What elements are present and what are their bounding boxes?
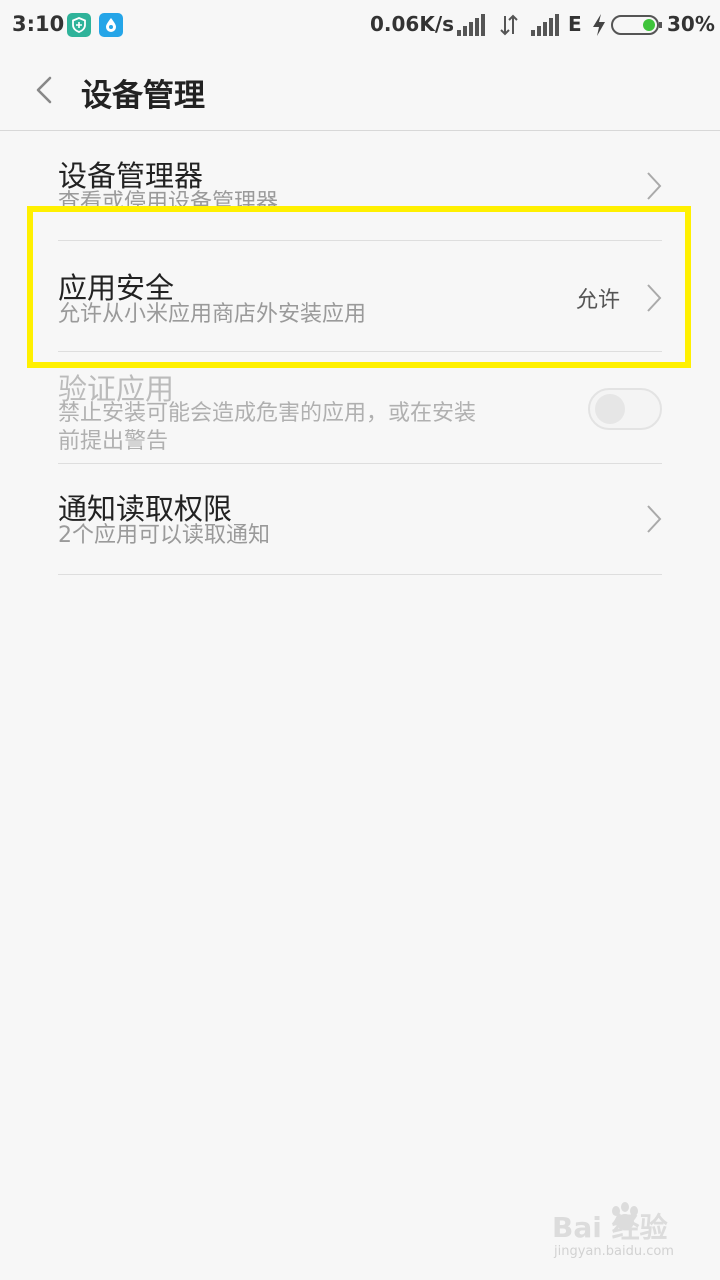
back-button[interactable] bbox=[26, 70, 66, 110]
status-time: 3:10 bbox=[12, 12, 65, 36]
baidu-jingyan-watermark: Bai 经验 jingyan.baidu.com bbox=[552, 1202, 692, 1268]
toggle-knob bbox=[595, 394, 625, 424]
network-speed: 0.06K/s bbox=[370, 12, 455, 36]
drop-app-icon bbox=[99, 13, 123, 37]
shield-app-icon bbox=[67, 13, 91, 37]
notification-access-item[interactable]: 通知读取权限 2个应用可以读取通知 bbox=[58, 464, 662, 575]
status-bar: 3:10 0.06K/s E 30% bbox=[0, 0, 720, 52]
item-subtitle: 2个应用可以读取通知 bbox=[58, 523, 270, 548]
item-subtitle-line2: 前提出警告 bbox=[58, 429, 169, 454]
title-bar: 设备管理 bbox=[0, 52, 720, 131]
highlight-box bbox=[27, 206, 691, 368]
battery-level-fill bbox=[643, 19, 655, 31]
data-arrows-icon bbox=[498, 14, 520, 36]
signal-icon bbox=[457, 14, 487, 36]
paw-icon bbox=[612, 1202, 638, 1230]
verify-apps-toggle[interactable] bbox=[588, 388, 662, 430]
watermark-url: jingyan.baidu.com bbox=[554, 1244, 674, 1259]
signal-icon-2 bbox=[531, 14, 561, 36]
chevron-right-icon bbox=[647, 505, 662, 533]
battery-percent: 30% bbox=[667, 12, 715, 36]
charging-icon bbox=[592, 13, 606, 37]
network-type: E bbox=[568, 12, 582, 36]
verify-apps-item: 验证应用 禁止安装可能会造成危害的应用，或在安装 前提出警告 bbox=[58, 352, 662, 464]
page-title: 设备管理 bbox=[81, 78, 205, 114]
chevron-left-icon bbox=[36, 76, 52, 104]
battery-icon bbox=[611, 15, 662, 35]
divider bbox=[58, 574, 662, 575]
chevron-right-icon bbox=[647, 172, 662, 200]
item-subtitle-line1: 禁止安装可能会造成危害的应用，或在安装 bbox=[58, 401, 477, 426]
